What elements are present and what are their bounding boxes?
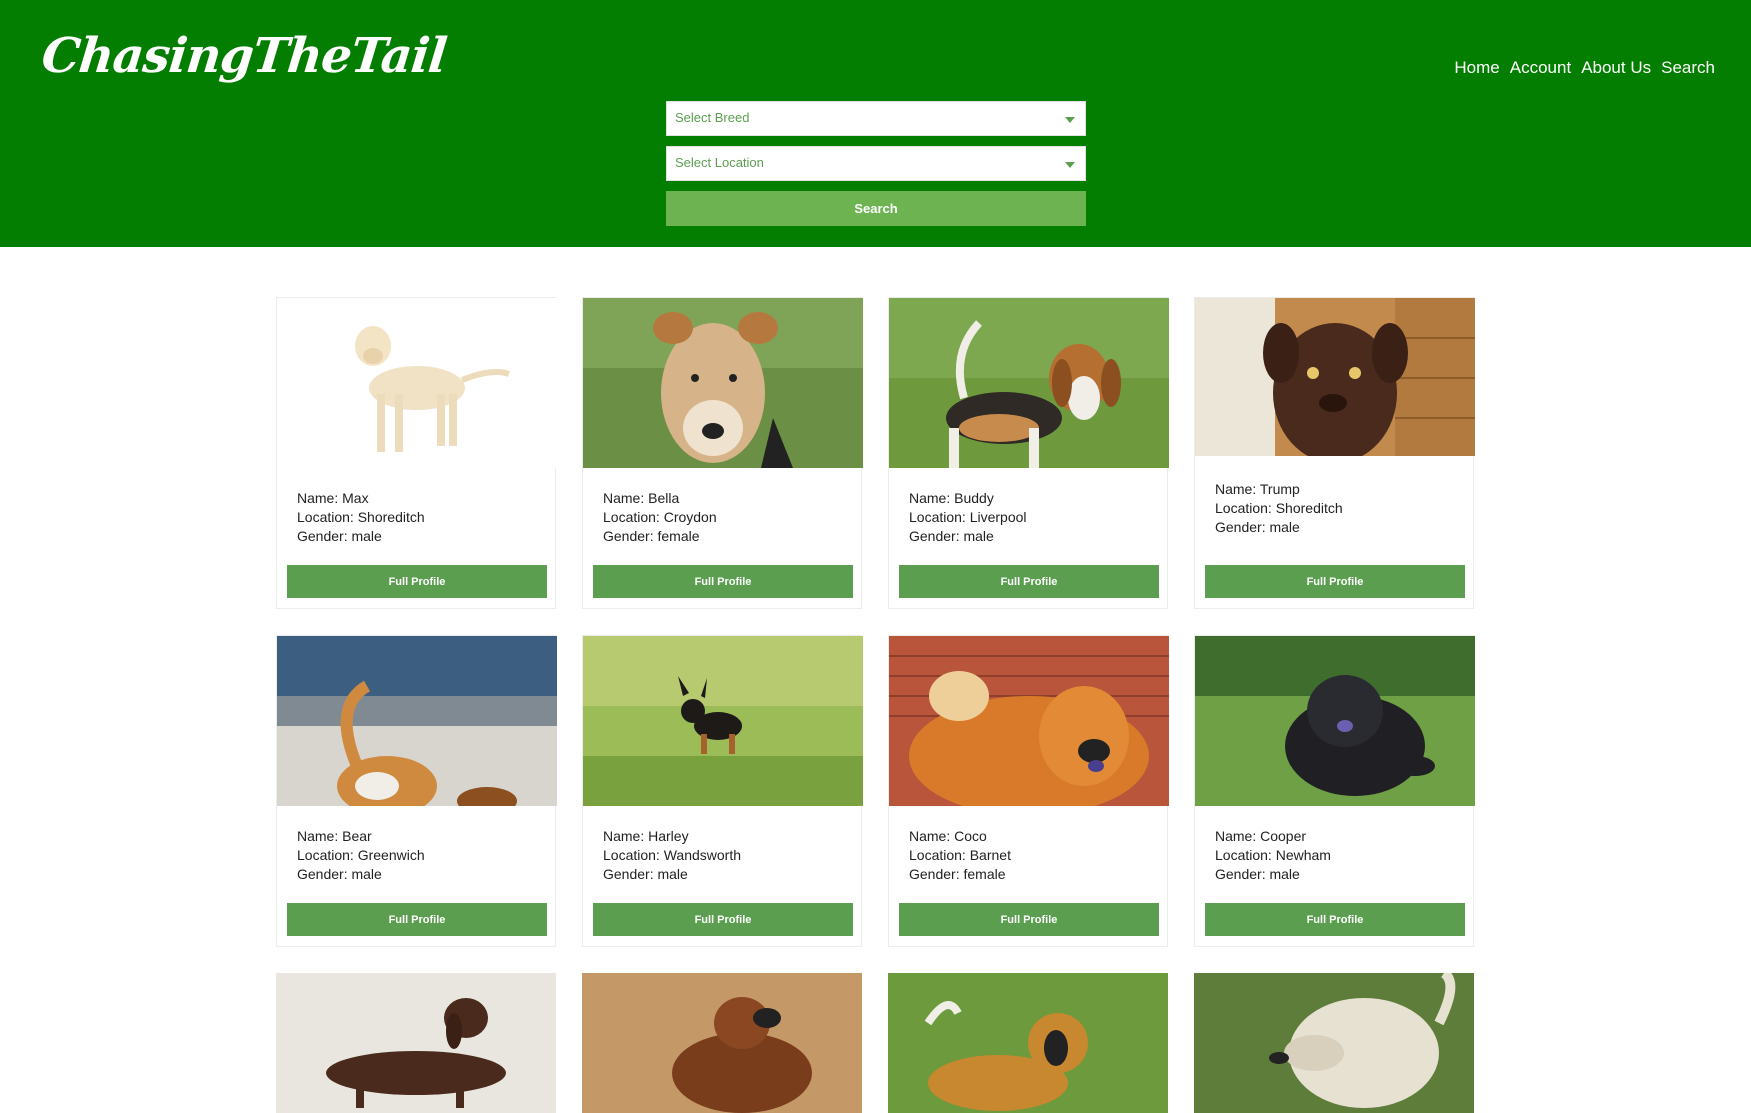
dog-info: Name: Bear Location: Greenwich Gender: m… <box>297 827 425 884</box>
dog-location: Location: Liverpool <box>909 509 1027 525</box>
location-select-label: Select Location <box>675 155 764 170</box>
dog-info: Name: Buddy Location: Liverpool Gender: … <box>909 489 1027 546</box>
site-logo[interactable]: ChasingTheTail <box>39 28 449 84</box>
dog-photo[interactable] <box>1195 636 1475 806</box>
dog-info: Name: Trump Location: Shoreditch Gender:… <box>1215 480 1343 537</box>
dog-photo[interactable] <box>276 973 556 1113</box>
dog-name: Name: Bear <box>297 828 372 844</box>
dog-location: Location: Shoreditch <box>297 509 425 525</box>
dog-name: Name: Bella <box>603 490 680 506</box>
dog-photo[interactable] <box>583 298 863 468</box>
full-profile-button[interactable]: Full Profile <box>593 903 853 936</box>
dog-card: Name: Coco Location: Barnet Gender: fema… <box>888 635 1169 947</box>
dog-gender: Gender: male <box>909 528 994 544</box>
nav-home[interactable]: Home <box>1454 58 1499 78</box>
nav-search[interactable]: Search <box>1661 58 1715 78</box>
dog-card: Name: Cooper Location: Newham Gender: ma… <box>1194 635 1475 947</box>
dog-card: Name: Bella Location: Croydon Gender: fe… <box>582 297 863 609</box>
dog-grid: Name: Max Location: Shoreditch Gender: m… <box>276 297 1475 1113</box>
dog-name: Name: Max <box>297 490 369 506</box>
dog-card: Name: Buddy Location: Liverpool Gender: … <box>888 297 1169 609</box>
dog-gender: Gender: male <box>297 528 382 544</box>
site-header: ChasingTheTail Home Account About Us Sea… <box>0 0 1751 247</box>
dog-name: Name: Buddy <box>909 490 994 506</box>
location-select[interactable]: Select Location <box>666 146 1086 181</box>
dog-photo[interactable] <box>277 636 557 806</box>
dog-name: Name: Cooper <box>1215 828 1307 844</box>
dog-location: Location: Shoreditch <box>1215 500 1343 516</box>
dog-info: Name: Harley Location: Wandsworth Gender… <box>603 827 741 884</box>
dog-info: Name: Cooper Location: Newham Gender: ma… <box>1215 827 1331 884</box>
dog-location: Location: Barnet <box>909 847 1011 863</box>
dog-photo[interactable] <box>277 298 557 468</box>
dog-location: Location: Wandsworth <box>603 847 741 863</box>
nav-about-us[interactable]: About Us <box>1581 58 1651 78</box>
breed-select-label: Select Breed <box>675 110 750 125</box>
dog-name: Name: Trump <box>1215 481 1300 497</box>
dog-location: Location: Newham <box>1215 847 1331 863</box>
dog-info: Name: Bella Location: Croydon Gender: fe… <box>603 489 717 546</box>
dog-card <box>1194 973 1474 1113</box>
dog-photo[interactable] <box>1195 298 1475 456</box>
full-profile-button[interactable]: Full Profile <box>287 565 547 598</box>
full-profile-button[interactable]: Full Profile <box>1205 565 1465 598</box>
dog-name: Name: Coco <box>909 828 987 844</box>
dog-gender: Gender: male <box>1215 866 1300 882</box>
dog-location: Location: Greenwich <box>297 847 425 863</box>
dog-info: Name: Max Location: Shoreditch Gender: m… <box>297 489 425 546</box>
search-form: Select Breed Select Location Search <box>666 101 1086 226</box>
dog-gender: Gender: female <box>909 866 1006 882</box>
chevron-down-icon <box>1065 162 1075 168</box>
dog-location: Location: Croydon <box>603 509 717 525</box>
dog-photo[interactable] <box>582 973 862 1113</box>
dog-photo[interactable] <box>889 298 1169 468</box>
nav-account[interactable]: Account <box>1510 58 1571 78</box>
dog-photo[interactable] <box>889 636 1169 806</box>
dog-card: Name: Bear Location: Greenwich Gender: m… <box>276 635 557 947</box>
dog-card <box>582 973 862 1113</box>
dog-photo[interactable] <box>583 636 863 806</box>
dog-gender: Gender: male <box>603 866 688 882</box>
breed-select[interactable]: Select Breed <box>666 101 1086 136</box>
chevron-down-icon <box>1065 117 1075 123</box>
dog-gender: Gender: female <box>603 528 700 544</box>
search-button[interactable]: Search <box>666 191 1086 226</box>
dog-card <box>276 973 556 1113</box>
dog-card: Name: Trump Location: Shoreditch Gender:… <box>1194 297 1475 609</box>
dog-card <box>888 973 1168 1113</box>
dog-card: Name: Max Location: Shoreditch Gender: m… <box>276 297 557 609</box>
dog-gender: Gender: male <box>1215 519 1300 535</box>
dog-photo[interactable] <box>1194 973 1474 1113</box>
full-profile-button[interactable]: Full Profile <box>899 565 1159 598</box>
dog-gender: Gender: male <box>297 866 382 882</box>
full-profile-button[interactable]: Full Profile <box>1205 903 1465 936</box>
dog-card: Name: Harley Location: Wandsworth Gender… <box>582 635 863 947</box>
full-profile-button[interactable]: Full Profile <box>593 565 853 598</box>
dog-info: Name: Coco Location: Barnet Gender: fema… <box>909 827 1011 884</box>
full-profile-button[interactable]: Full Profile <box>899 903 1159 936</box>
dog-name: Name: Harley <box>603 828 689 844</box>
full-profile-button[interactable]: Full Profile <box>287 903 547 936</box>
main-nav: Home Account About Us Search <box>1454 58 1715 78</box>
dog-photo[interactable] <box>888 973 1168 1113</box>
